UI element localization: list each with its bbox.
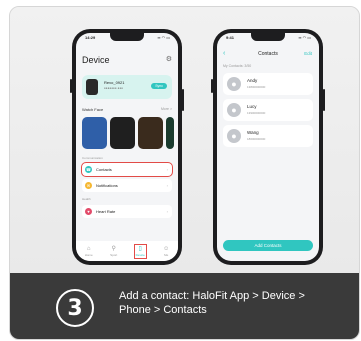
tab-label: Me	[164, 252, 169, 257]
user-icon: ☺	[163, 245, 170, 252]
sport-icon: ⚲	[111, 245, 116, 252]
contact-item[interactable]: ● Wang 18600000000	[223, 125, 313, 147]
bottom-tab-bar: ⌂ Home ⚲ Sport ▯ Device ☺ Me	[76, 241, 178, 261]
watch-icon	[86, 79, 98, 95]
heart-rate-menu-item[interactable]: ♥ Heart Rate ›	[82, 205, 172, 218]
contact-item[interactable]: ● Andy 13800000000	[223, 73, 313, 95]
contact-number: 13900000000	[247, 111, 266, 115]
chevron-right-icon: ›	[166, 183, 168, 188]
contacts-menu-item[interactable]: ☎ Contacts ›	[81, 162, 173, 177]
step-number-badge: 3	[56, 289, 94, 327]
avatar-icon: ●	[227, 103, 241, 117]
contact-number: 13800000000	[247, 85, 266, 89]
contact-item[interactable]: ● Lucy 13900000000	[223, 99, 313, 121]
phone-notch	[251, 33, 285, 41]
contact-number: 18600000000	[247, 137, 266, 141]
tutorial-card: 14:29 ▪▪ ◠ ▭ Device ⚙ Revo_0921 ●●●●●●● …	[9, 6, 360, 340]
heart-rate-label: Heart Rate	[96, 209, 116, 214]
section-label-health: Health	[82, 197, 91, 201]
phone-side-button	[70, 79, 72, 93]
tab-home[interactable]: ⌂ Home	[85, 246, 93, 257]
status-time: 14:29	[85, 35, 96, 40]
contacts-label: Contacts	[96, 167, 112, 172]
watch-face-thumb[interactable]	[82, 117, 107, 149]
device-name: Revo_0921	[104, 80, 125, 85]
status-icons: ▪▪ ◠ ▭	[298, 35, 311, 40]
device-status: ●●●●●●● ●●●	[104, 86, 123, 90]
home-icon: ⌂	[86, 245, 91, 252]
page-title: Device	[82, 55, 110, 65]
phone-screen: 9:41 ▪▪ ◠ ▭ ‹ Contacts Edit My Contacts:…	[217, 33, 319, 261]
tab-device[interactable]: ▯ Device	[133, 243, 147, 259]
device-card[interactable]: Revo_0921 ●●●●●●● ●●● Sync	[82, 75, 172, 99]
avatar-icon: ●	[227, 129, 241, 143]
watch-face-list	[82, 117, 174, 149]
add-contacts-button[interactable]: Add Contacts	[223, 240, 313, 251]
contact-name: Andy	[247, 78, 258, 83]
notifications-label: Notifications	[96, 183, 118, 188]
gear-icon[interactable]: ⚙	[166, 55, 172, 63]
watch-face-thumb[interactable]	[110, 117, 135, 149]
phone-device-screen: 14:29 ▪▪ ◠ ▭ Device ⚙ Revo_0921 ●●●●●●● …	[70, 29, 184, 265]
chevron-right-icon: ›	[166, 209, 168, 214]
sync-button[interactable]: Sync	[151, 83, 167, 89]
phone-notch	[110, 33, 144, 41]
step-instruction: Add a contact: HaloFit App > Device > Ph…	[119, 290, 305, 316]
phone-side-button	[211, 79, 213, 93]
tab-label: Home	[84, 252, 93, 257]
contact-name: Lucy	[247, 104, 257, 109]
heart-icon: ♥	[85, 208, 92, 215]
avatar-icon: ●	[227, 77, 241, 91]
watch-face-label: Watch Face	[82, 107, 104, 112]
phone-contacts-screen: 9:41 ▪▪ ◠ ▭ ‹ Contacts Edit My Contacts:…	[211, 29, 325, 265]
contacts-count: My Contacts: 3/50	[223, 64, 252, 68]
tab-label: Device	[135, 252, 145, 257]
device-icon: ▯	[138, 245, 142, 252]
status-icons: ▪▪ ◠ ▭	[157, 35, 170, 40]
watch-face-thumb[interactable]	[138, 117, 163, 149]
watch-face-more-link[interactable]: More >	[161, 107, 172, 111]
phone-power-button	[323, 89, 325, 111]
screenshot-area: 14:29 ▪▪ ◠ ▭ Device ⚙ Revo_0921 ●●●●●●● …	[10, 7, 359, 273]
contacts-icon: ☎	[85, 166, 92, 173]
notifications-menu-item[interactable]: ✉ Notifications ›	[82, 179, 172, 192]
contact-name: Wang	[247, 130, 259, 135]
notifications-icon: ✉	[85, 182, 92, 189]
status-time: 9:41	[226, 35, 235, 40]
tab-me[interactable]: ☺ Me	[163, 246, 169, 257]
chevron-right-icon: ›	[166, 167, 168, 172]
instruction-band: 3 Add a contact: HaloFit App > Device > …	[10, 273, 359, 339]
tab-label: Sport	[110, 252, 118, 257]
tab-sport[interactable]: ⚲ Sport	[110, 246, 117, 257]
phone-power-button	[182, 89, 184, 111]
section-label-communication: Communication	[82, 156, 103, 160]
edit-button[interactable]: Edit	[304, 51, 312, 56]
watch-face-thumb[interactable]	[166, 117, 174, 149]
phone-screen: 14:29 ▪▪ ◠ ▭ Device ⚙ Revo_0921 ●●●●●●● …	[76, 33, 178, 261]
